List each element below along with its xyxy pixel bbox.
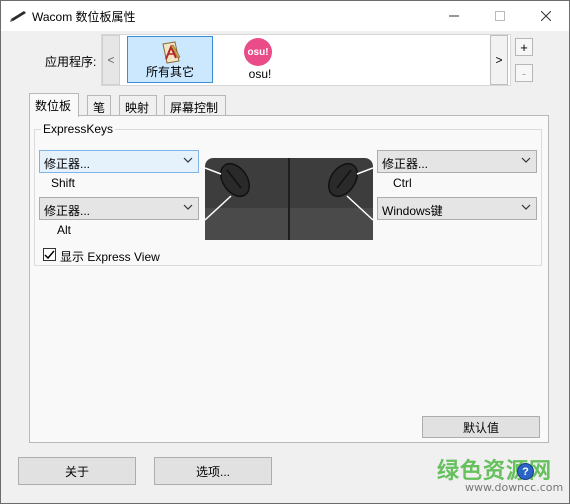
help-icon[interactable]: ? bbox=[517, 463, 534, 480]
chevron-down-icon bbox=[183, 157, 193, 163]
tab-mapping[interactable]: 映射 bbox=[119, 95, 157, 116]
tablet-pad-illustration bbox=[205, 158, 373, 240]
minimize-button[interactable] bbox=[431, 1, 477, 31]
expresskey-left-top-dropdown[interactable]: 修正器... bbox=[39, 150, 199, 173]
tab-tablet[interactable]: 数位板 bbox=[29, 93, 79, 117]
close-icon bbox=[541, 11, 551, 21]
title-bar: Wacom 数位板属性 bbox=[1, 1, 569, 31]
about-button[interactable]: 关于 bbox=[18, 457, 136, 485]
app-item-all-other[interactable]: 所有其它 bbox=[127, 36, 213, 83]
expresskeys-group: ExpressKeys 修正器... Shift 修正器... Alt 修正器.… bbox=[34, 122, 542, 266]
dropdown-value: 修正器... bbox=[44, 204, 91, 218]
properties-window: Wacom 数位板属性 应用程序: < 所有其它 osu! osu! > + -… bbox=[0, 0, 570, 504]
window-title: Wacom 数位板属性 bbox=[32, 10, 136, 24]
maximize-icon bbox=[495, 11, 505, 21]
expresskey-right-top-dropdown[interactable]: 修正器... bbox=[377, 150, 537, 173]
minimize-icon bbox=[449, 15, 459, 17]
app-item-label: osu! bbox=[248, 67, 272, 81]
tab-screen-control[interactable]: 屏幕控制 bbox=[164, 95, 226, 116]
applications-label: 应用程序: bbox=[45, 55, 97, 69]
watermark-title: 绿色资源网 bbox=[437, 459, 553, 484]
expresskey-right-top-label: Ctrl bbox=[393, 176, 412, 190]
checkmark-icon bbox=[44, 250, 55, 260]
tab-pen[interactable]: 笔 bbox=[87, 95, 111, 116]
chevron-down-icon bbox=[521, 204, 531, 210]
dropdown-value: Windows键 bbox=[382, 204, 443, 218]
show-express-view-checkbox[interactable] bbox=[43, 248, 56, 261]
scroll-right-button[interactable]: > bbox=[490, 35, 508, 85]
expresskey-left-bottom-label: Alt bbox=[57, 223, 72, 237]
dropdown-value: 修正器... bbox=[382, 157, 429, 171]
tab-panel: ExpressKeys 修正器... Shift 修正器... Alt 修正器.… bbox=[29, 115, 549, 443]
expresskeys-group-label: ExpressKeys bbox=[41, 122, 116, 136]
all-other-apps-icon bbox=[162, 41, 181, 64]
close-button[interactable] bbox=[523, 1, 569, 31]
wacom-pen-icon bbox=[10, 11, 26, 22]
watermark-url: www.downcc.com bbox=[465, 481, 564, 494]
chevron-down-icon bbox=[183, 204, 193, 210]
expresskey-left-top-label: Shift bbox=[51, 176, 76, 190]
maximize-button[interactable] bbox=[477, 1, 523, 31]
add-application-button[interactable]: + bbox=[515, 38, 533, 56]
watermark: 绿色资源网 www.downcc.com bbox=[437, 453, 565, 497]
remove-application-button[interactable]: - bbox=[515, 64, 533, 82]
osu-icon: osu! bbox=[244, 38, 272, 66]
options-button[interactable]: 选项... bbox=[154, 457, 272, 485]
show-express-view-label: 显示 Express View bbox=[60, 250, 160, 264]
expresskey-left-bottom-dropdown[interactable]: 修正器... bbox=[39, 197, 199, 220]
app-item-osu[interactable]: osu! osu! bbox=[217, 36, 303, 83]
default-button[interactable]: 默认值 bbox=[422, 416, 540, 438]
scroll-left-button[interactable]: < bbox=[102, 35, 120, 85]
app-item-label: 所有其它 bbox=[145, 65, 194, 79]
chevron-down-icon bbox=[521, 157, 531, 163]
dropdown-value: 修正器... bbox=[44, 157, 91, 171]
expresskey-right-bottom-dropdown[interactable]: Windows键 bbox=[377, 197, 537, 220]
